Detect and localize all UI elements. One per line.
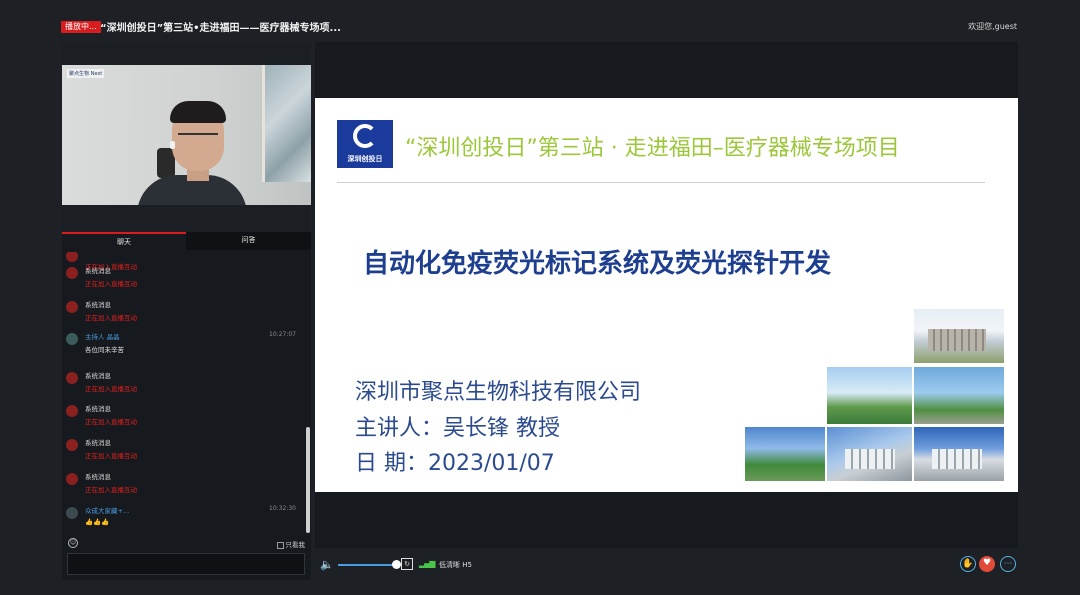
chat-input[interactable] xyxy=(67,553,305,575)
chat-message-sender[interactable]: 众成大家藏+... xyxy=(85,505,129,515)
hand-raise-icon[interactable]: ✋ xyxy=(960,556,976,572)
more-options-icon[interactable]: ⋯ xyxy=(1000,556,1016,572)
chat-message: 系统消息 正在加入直播互动 xyxy=(62,471,302,501)
speaker-earbud xyxy=(170,141,175,149)
chat-message-time: 10:27:07 xyxy=(269,331,296,338)
main-stage: 深圳创投日 “深圳创投日”第三站 · 走进福田–医疗器械专场项目 自动化免疫荧光… xyxy=(315,42,1018,572)
chat-message: 系统消息 正在加入直播互动 xyxy=(62,265,302,295)
welcome-user[interactable]: 欢迎您,guest xyxy=(968,21,1017,32)
chat-message: 系统消息 正在加入直播互动 xyxy=(62,403,302,433)
chat-message-text: 正在加入直播互动 xyxy=(85,418,137,426)
chat-message-text: 正在加入直播互动 xyxy=(85,452,137,460)
slide-speaker: 主讲人：吴长锋 教授 xyxy=(355,416,560,441)
host-avatar xyxy=(66,333,78,345)
chat-message-text: 各位同未辛苦 xyxy=(85,346,124,354)
speaker-icon xyxy=(66,405,78,417)
slide-date: 日 期：2023/01/07 xyxy=(355,451,555,476)
campus-photo xyxy=(827,367,912,424)
speaker-icon xyxy=(66,252,78,262)
chat-message-sender: 系统消息 xyxy=(85,301,111,309)
live-status-badge: 播放中... xyxy=(61,21,101,33)
chat-message: 系统消息 正在加入直播互动 xyxy=(62,299,302,329)
logo-text: 深圳创投日 xyxy=(347,155,383,163)
quality-selector[interactable]: 低清晰 H5 xyxy=(439,560,472,570)
top-bar: 播放中... “深圳创投日”第三站•走进福田——医疗器械专场项... 欢迎您,g… xyxy=(0,0,1080,46)
chat-list[interactable]: 正在加入直播互动 系统消息 正在加入直播互动 系统消息 正在加入直播互动 主持人… xyxy=(62,252,311,532)
sidebar: 聚点生物 Next 聊天 问答 正在加入直播互动 系统消息 正在加入直播互动 系… xyxy=(62,42,311,580)
speaker-webcam[interactable]: 聚点生物 Next xyxy=(62,65,311,205)
chat-message-text: 正在加入直播互动 xyxy=(85,385,137,393)
chat-footer: ☺ 只看我 xyxy=(62,536,311,580)
only-me-checkbox[interactable] xyxy=(276,541,284,549)
speaker-icon xyxy=(66,267,78,279)
chat-message: 主持人 晶晶 10:27:07 各位同未辛苦 xyxy=(62,331,302,361)
audience-avatar xyxy=(66,507,78,519)
slide-title: 自动化免疫荧光标记系统及荧光探针开发 xyxy=(363,249,832,279)
emoji-icon[interactable]: ☺ xyxy=(68,538,78,548)
chat-message-time: 10:32:30 xyxy=(269,505,296,512)
chat-tabs: 聊天 问答 xyxy=(62,232,311,250)
logo-mark-icon xyxy=(353,124,377,148)
speaker-hair xyxy=(170,101,226,123)
tab-qa[interactable]: 问答 xyxy=(186,232,311,250)
only-me-toggle[interactable]: 只看我 xyxy=(276,539,306,549)
chat-scrollbar[interactable] xyxy=(306,427,310,533)
like-heart-icon[interactable]: ♥ xyxy=(979,556,995,572)
slide-divider xyxy=(337,182,985,183)
page-title: “深圳创投日”第三站•走进福田——医疗器械专场项... xyxy=(100,23,341,34)
chat-message: 系统消息 正在加入直播互动 xyxy=(62,437,302,467)
speaker-glasses xyxy=(178,133,218,141)
refresh-icon[interactable]: ↻ xyxy=(401,558,413,570)
chat-message-sender[interactable]: 主持人 晶晶 xyxy=(85,331,120,341)
shenzhen-vc-day-logo: 深圳创投日 xyxy=(337,120,393,168)
chat-message-text: 👍👍👍 xyxy=(85,518,110,526)
only-me-label: 只看我 xyxy=(285,541,306,549)
signal-strength-icon: ▂▄▆ xyxy=(419,559,436,568)
campus-photo xyxy=(914,367,1004,424)
webcam-wall-panel xyxy=(262,65,311,182)
chat-message-sender: 系统消息 xyxy=(85,405,111,413)
campus-photo xyxy=(745,427,825,481)
volume-slider-handle[interactable] xyxy=(392,560,401,569)
chat-message-sender: 系统消息 xyxy=(85,473,111,481)
speaker-icon xyxy=(66,372,78,384)
player-controls: 🔈 ↻ ▂▄▆ 低清晰 H5 ✋ ♥ ⋯ xyxy=(315,554,1018,576)
campus-photo xyxy=(914,309,1004,363)
chat-message-text: 正在加入直播互动 xyxy=(85,280,137,288)
chat-message: 众成大家藏+... 10:32:30 👍👍👍 xyxy=(62,505,302,532)
presentation-slide: 深圳创投日 “深圳创投日”第三站 · 走进福田–医疗器械专场项目 自动化免疫荧光… xyxy=(315,98,1018,492)
chat-message-sender: 系统消息 xyxy=(85,372,111,380)
speaker-icon xyxy=(66,439,78,451)
speaker-icon xyxy=(66,301,78,313)
campus-photo xyxy=(827,427,912,481)
slide-header: “深圳创投日”第三站 · 走进福田–医疗器械专场项目 xyxy=(405,136,900,161)
webcam-logo: 聚点生物 Next xyxy=(67,69,105,78)
speaker-icon xyxy=(66,473,78,485)
chat-message-text: 正在加入直播互动 xyxy=(85,314,137,322)
tab-chat[interactable]: 聊天 xyxy=(62,232,186,250)
chat-message-text: 正在加入直播互动 xyxy=(85,486,137,494)
speaker-video-area: 聚点生物 Next xyxy=(62,42,311,232)
slide-company: 深圳市聚点生物科技有限公司 xyxy=(355,380,642,405)
volume-icon[interactable]: 🔈 xyxy=(320,558,334,571)
chat-message-sender: 系统消息 xyxy=(85,267,111,275)
chat-message-sender: 系统消息 xyxy=(85,439,111,447)
volume-slider[interactable] xyxy=(338,564,396,566)
chat-message: 系统消息 正在加入直播互动 xyxy=(62,370,302,400)
campus-photo xyxy=(914,427,1004,481)
